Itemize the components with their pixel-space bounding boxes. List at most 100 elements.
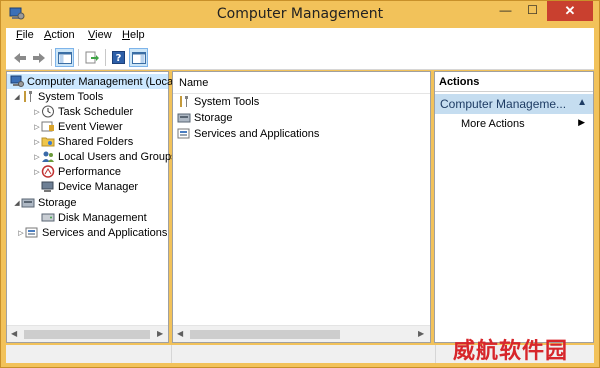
scroll-right-arrow-icon[interactable]: ▶	[157, 329, 163, 338]
tree-item-label: Storage	[38, 196, 77, 209]
tree-item-label: Event Viewer	[58, 120, 123, 133]
tree-item-label: System Tools	[38, 90, 104, 103]
maximize-button[interactable]: ☐	[519, 1, 546, 21]
expand-arrow-icon[interactable]: ▷	[33, 168, 41, 176]
expand-arrow-icon[interactable]: ▷	[33, 153, 41, 161]
actions-header: Actions	[435, 72, 593, 92]
watermark-text: 威航软件园	[453, 339, 569, 364]
computer-management-window: Computer Management — ☐ ✕ File Action Vi…	[0, 0, 600, 368]
menu-help-key: H	[122, 29, 130, 41]
toolbar-separator	[51, 49, 52, 66]
scrollbar-thumb[interactable]	[24, 330, 150, 339]
services-applications-icon	[177, 127, 191, 140]
back-arrow-icon	[13, 52, 26, 63]
tree-item-label: Disk Management	[58, 211, 147, 224]
more-actions-item[interactable]: More Actions	[461, 118, 525, 130]
tree-item-event-viewer[interactable]: ▷ Event Viewer	[33, 119, 123, 134]
list-item-services-applications[interactable]: Services and Applications	[177, 126, 319, 141]
event-viewer-icon	[41, 120, 55, 133]
name-column-header[interactable]: Name	[173, 72, 430, 94]
disk-management-icon	[41, 211, 55, 224]
console-tree-pane[interactable]: Computer Management (Local ◢ System Tool…	[6, 71, 177, 343]
collapse-triangle-icon[interactable]: ▲	[577, 97, 587, 108]
tree-item-shared-folders[interactable]: ▷ Shared Folders	[33, 134, 133, 149]
show-hide-console-tree-icon	[57, 51, 72, 64]
expand-arrow-icon[interactable]: ▷	[17, 229, 25, 237]
minimize-button[interactable]: —	[492, 1, 519, 21]
tree-item-performance[interactable]: ▷ Performance	[33, 164, 121, 179]
help-icon: ?	[112, 51, 125, 64]
system-tools-icon	[177, 95, 191, 108]
export-list-icon	[85, 51, 99, 64]
computer-management-icon	[10, 75, 24, 88]
list-item-label: System Tools	[194, 95, 260, 108]
tree-item-label: Device Manager	[58, 180, 139, 193]
close-button[interactable]: ✕	[547, 1, 593, 21]
collapse-arrow-icon[interactable]: ◢	[13, 93, 21, 101]
tree-item-system-tools[interactable]: ◢ System Tools	[13, 89, 103, 104]
scrollbar-thumb[interactable]	[190, 330, 340, 339]
actions-pane: Actions Computer Manageme... ▲ More Acti…	[434, 71, 594, 343]
results-horizontal-scrollbar[interactable]: ◀ ▶	[173, 325, 430, 342]
tree-item-task-scheduler[interactable]: ▷ Task Scheduler	[33, 104, 133, 119]
collapse-arrow-icon[interactable]: ◢	[13, 199, 21, 207]
tree-item-label: Computer Management (Local	[27, 75, 176, 88]
actions-section-label: Computer Manageme...	[440, 97, 567, 111]
services-applications-icon	[25, 226, 39, 239]
show-hide-action-pane-icon	[131, 51, 146, 64]
menu-view[interactable]: View	[88, 29, 112, 41]
toolbar-separator	[105, 49, 106, 66]
forward-arrow-icon	[32, 52, 45, 63]
status-bar-segment	[172, 345, 436, 363]
tree-item-services-applications[interactable]: ▷ Services and Applications	[17, 225, 167, 240]
menu-action-rest: ction	[51, 29, 75, 41]
show-hide-action-pane-button[interactable]	[129, 48, 148, 67]
list-item-storage[interactable]: Storage	[177, 110, 233, 125]
tree-horizontal-scrollbar[interactable]: ◀ ▶	[7, 325, 168, 342]
users-icon	[41, 150, 55, 163]
menu-file-key: F	[16, 29, 23, 41]
expand-arrow-icon[interactable]: ▷	[33, 108, 41, 116]
results-pane[interactable]: Name System Tools Storage Services and A…	[172, 71, 431, 343]
tree-item-label: Task Scheduler	[58, 105, 134, 118]
menu-file-rest: ile	[22, 29, 34, 41]
list-item-system-tools[interactable]: System Tools	[177, 94, 259, 109]
forward-button[interactable]	[29, 48, 48, 67]
tree-item-computer-management[interactable]: Computer Management (Local	[7, 74, 176, 89]
tree-item-label: Shared Folders	[58, 135, 134, 148]
actions-header-label: Actions	[439, 76, 480, 88]
actions-section-computer-management[interactable]: Computer Manageme... ▲	[435, 94, 593, 114]
tree-item-storage[interactable]: ◢ Storage	[13, 195, 77, 210]
tree-item-label: Performance	[58, 165, 121, 178]
system-tools-icon	[21, 90, 35, 103]
help-button[interactable]: ?	[109, 48, 128, 67]
scroll-right-arrow-icon[interactable]: ▶	[418, 329, 424, 338]
toolbar-separator	[78, 49, 79, 66]
scroll-left-arrow-icon[interactable]: ◀	[11, 329, 17, 338]
menu-bar: File Action View Help	[6, 28, 594, 45]
clock-icon	[41, 105, 55, 118]
menu-help-rest: elp	[129, 29, 145, 41]
status-bar-segment	[6, 345, 172, 363]
menu-action[interactable]: Action	[44, 29, 75, 41]
shared-folder-icon	[41, 135, 55, 148]
scroll-left-arrow-icon[interactable]: ◀	[177, 329, 183, 338]
storage-icon	[21, 196, 35, 209]
expand-arrow-icon[interactable]: ▷	[33, 123, 41, 131]
export-list-button[interactable]	[82, 48, 101, 67]
toolbar: ?	[6, 45, 594, 70]
list-item-label: Storage	[194, 111, 233, 124]
tree-item-label: Local Users and Groups	[58, 150, 177, 163]
expand-arrow-icon[interactable]: ▷	[33, 138, 41, 146]
submenu-arrow-icon[interactable]: ▶	[578, 117, 585, 128]
tree-item-device-manager[interactable]: Device Manager	[41, 179, 138, 194]
back-button[interactable]	[10, 48, 29, 67]
show-hide-console-tree-button[interactable]	[55, 48, 74, 67]
menu-view-rest: iew	[95, 29, 112, 41]
menu-help[interactable]: Help	[122, 29, 145, 41]
menu-file[interactable]: File	[16, 29, 34, 41]
tree-item-disk-management[interactable]: Disk Management	[41, 210, 147, 225]
tree-item-label: Services and Applications	[42, 226, 168, 239]
title-bar[interactable]: Computer Management — ☐ ✕	[1, 1, 599, 28]
tree-item-local-users-groups[interactable]: ▷ Local Users and Groups	[33, 149, 177, 164]
